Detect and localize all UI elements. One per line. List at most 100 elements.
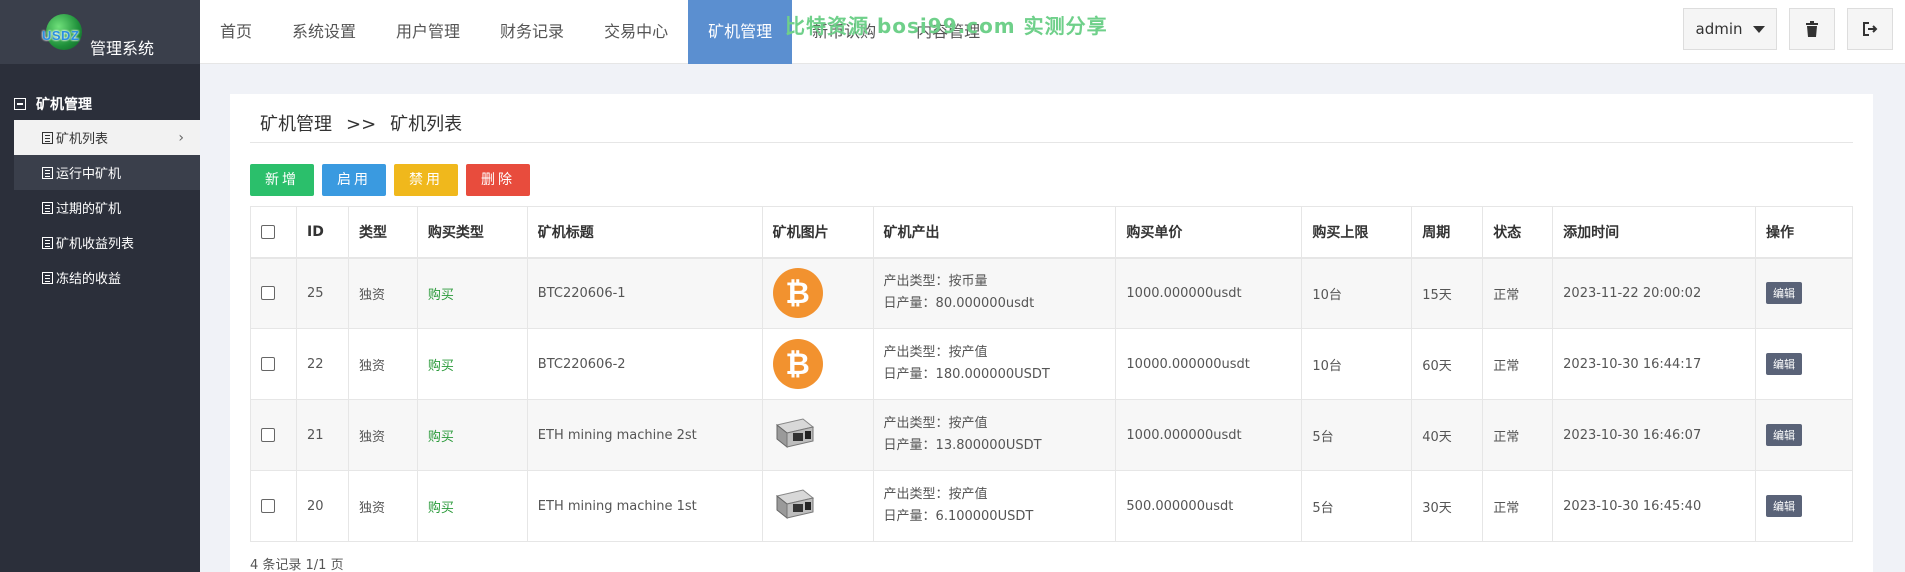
output-type: 产出类型：按币量 <box>883 274 988 290</box>
cell-status: 正常 <box>1482 470 1554 542</box>
bitcoin-icon: ₿ <box>772 339 823 389</box>
user-menu-button[interactable]: admin <box>1683 8 1777 50</box>
breadcrumb: 矿机管理 >> 矿机列表 <box>260 110 462 136</box>
document-icon <box>42 271 53 284</box>
cell-limit: 10台 <box>1301 257 1413 329</box>
sidebar-section-label: 矿机管理 <box>36 97 92 113</box>
cell-cycle: 15天 <box>1411 257 1484 329</box>
logout-button[interactable] <box>1847 8 1893 50</box>
caret-down-icon <box>1752 25 1765 33</box>
table-header-row: ID 类型 购买类型 矿机标题 矿机图片 矿机产出 购买单价 购买上限 周期 状… <box>250 206 1854 259</box>
sidebar-item-frozen-income[interactable]: 冻结的收益 <box>0 260 200 295</box>
cell-price: 500.000000usdt <box>1115 470 1303 542</box>
document-icon <box>42 236 53 249</box>
header-cell: 添加时间 <box>1552 206 1756 259</box>
header-cell: ID <box>295 206 349 259</box>
miner-table: ID 类型 购买类型 矿机标题 矿机图片 矿机产出 购买单价 购买上限 周期 状… <box>250 206 1854 542</box>
clear-cache-button[interactable] <box>1789 8 1835 50</box>
nav-system-settings[interactable]: 系统设置 <box>272 0 376 64</box>
trash-icon <box>1806 21 1818 37</box>
sidebar-item-miner-list[interactable]: 矿机列表 › <box>14 120 200 155</box>
document-icon <box>42 166 53 179</box>
table-row: 25 独资 购买 BTC220606-1 ₿ 产出类型：按币量 日产量：80.0… <box>250 257 1854 329</box>
row-checkbox[interactable] <box>261 499 275 513</box>
add-button[interactable]: 新增 <box>250 164 314 196</box>
cell-id: 21 <box>295 399 349 471</box>
sidebar-item-miner-income[interactable]: 矿机收益列表 <box>0 225 200 260</box>
row-checkbox[interactable] <box>261 357 275 371</box>
miner-icon <box>775 489 814 520</box>
watermark: 比特资源 bosi99.com 实测分享 <box>785 14 1108 38</box>
breadcrumb-current: 矿机列表 <box>390 114 463 135</box>
sidebar-item-label: 矿机列表 <box>56 132 109 147</box>
cell-title: ETH mining machine 2st <box>526 399 763 471</box>
cell-type: 独资 <box>347 328 418 400</box>
output-type: 产出类型：按产值 <box>883 487 988 502</box>
cell-type: 独资 <box>347 257 418 329</box>
nav-home[interactable]: 首页 <box>200 0 272 64</box>
row-select <box>250 470 297 542</box>
row-select <box>250 328 297 400</box>
header-cell: 矿机标题 <box>526 206 763 259</box>
cell-action: 编辑 <box>1754 470 1854 542</box>
edit-button[interactable]: 编辑 <box>1765 424 1802 446</box>
cell-id: 20 <box>295 470 349 542</box>
collapse-icon <box>14 98 26 110</box>
nav-trade-center[interactable]: 交易中心 <box>584 0 688 64</box>
cell-status: 正常 <box>1482 399 1554 471</box>
delete-button[interactable]: 删除 <box>466 164 530 196</box>
cell-buy-type: 购买 <box>416 257 528 329</box>
row-select <box>250 399 297 471</box>
logo-text: USDZ <box>42 28 80 43</box>
cell-status: 正常 <box>1482 257 1554 329</box>
breadcrumb-separator: >> <box>346 114 377 135</box>
edit-button[interactable]: 编辑 <box>1765 495 1802 517</box>
enable-button[interactable]: 启用 <box>322 164 386 196</box>
table-row: 20 独资 购买 ETH mining machine 1st 产出类型：按产值… <box>250 470 1854 542</box>
disable-button[interactable]: 禁用 <box>394 164 458 196</box>
cell-output: 产出类型：按币量 日产量：80.000000usdt <box>872 257 1117 329</box>
logout-icon <box>1863 22 1878 36</box>
row-select <box>250 257 297 329</box>
nav-user-management[interactable]: 用户管理 <box>376 0 480 64</box>
sidebar-section-miner[interactable]: 矿机管理 <box>0 64 200 120</box>
edit-button[interactable]: 编辑 <box>1765 282 1802 305</box>
logo: USDZ <box>42 14 86 54</box>
sidebar-item-running-miners[interactable]: 运行中矿机 <box>14 155 200 190</box>
chevron-right-icon: › <box>178 130 184 146</box>
output-daily: 日产量：80.000000usdt <box>883 296 1035 312</box>
output-daily: 日产量：6.100000USDT <box>883 509 1034 524</box>
cell-title: BTC220606-2 <box>526 328 763 400</box>
cell-cycle: 40天 <box>1411 399 1484 471</box>
header-cell: 矿机图片 <box>761 206 874 259</box>
cell-status: 正常 <box>1482 328 1554 400</box>
cell-action: 编辑 <box>1754 328 1854 400</box>
sidebar-item-label: 矿机收益列表 <box>56 237 135 252</box>
output-daily: 日产量：13.800000USDT <box>883 438 1042 453</box>
row-checkbox[interactable] <box>261 286 275 301</box>
row-checkbox[interactable] <box>261 428 275 442</box>
header-cell: 周期 <box>1411 206 1484 259</box>
cell-cycle: 30天 <box>1411 470 1484 542</box>
nav-miner-management[interactable]: 矿机管理 <box>688 0 793 64</box>
header-cell: 类型 <box>347 206 418 259</box>
select-all-checkbox[interactable] <box>261 224 275 239</box>
content-panel: 矿机管理 >> 矿机列表 新增 启用 禁用 删除 ID 类型 购买类型 矿机标题 矿… <box>230 94 1873 572</box>
cell-image <box>761 399 874 471</box>
sidebar-item-label: 冻结的收益 <box>56 272 122 287</box>
cell-limit: 10台 <box>1301 328 1413 400</box>
breadcrumb-parent[interactable]: 矿机管理 <box>260 114 332 135</box>
header-select-all <box>250 206 297 259</box>
sidebar-item-label: 过期的矿机 <box>56 202 122 217</box>
sidebar-item-expired-miners[interactable]: 过期的矿机 <box>0 190 200 225</box>
cell-price: 10000.000000usdt <box>1115 328 1303 400</box>
header-cell: 矿机产出 <box>872 206 1117 259</box>
cell-title: ETH mining machine 1st <box>526 470 763 542</box>
bitcoin-icon: ₿ <box>772 268 823 319</box>
topbar-actions: admin <box>1683 8 1905 50</box>
table-row: 21 独资 购买 ETH mining machine 2st 产出类型：按产值… <box>250 399 1854 471</box>
nav-finance-records[interactable]: 财务记录 <box>480 0 584 64</box>
miner-icon <box>775 418 814 449</box>
header-cell: 购买单价 <box>1115 206 1303 259</box>
edit-button[interactable]: 编辑 <box>1765 353 1802 375</box>
